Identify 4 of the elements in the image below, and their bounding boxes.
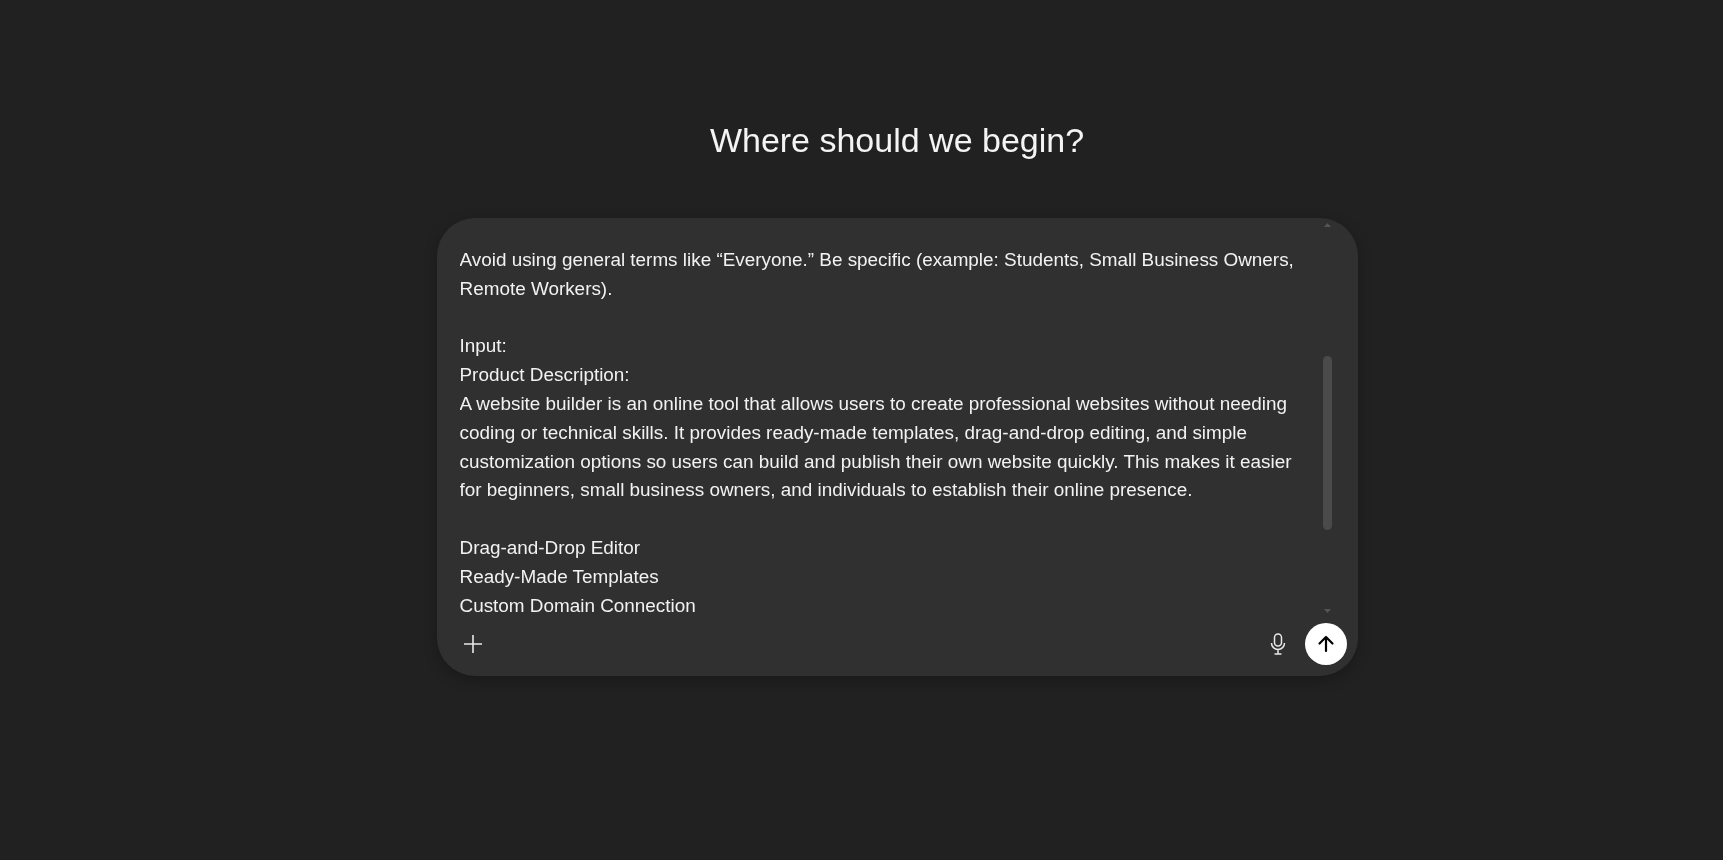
plus-icon[interactable] — [462, 634, 483, 654]
arrow-up-icon — [1315, 634, 1336, 654]
page-heading: Where should we begin? — [709, 120, 1085, 161]
send-button[interactable] — [1304, 623, 1347, 665]
